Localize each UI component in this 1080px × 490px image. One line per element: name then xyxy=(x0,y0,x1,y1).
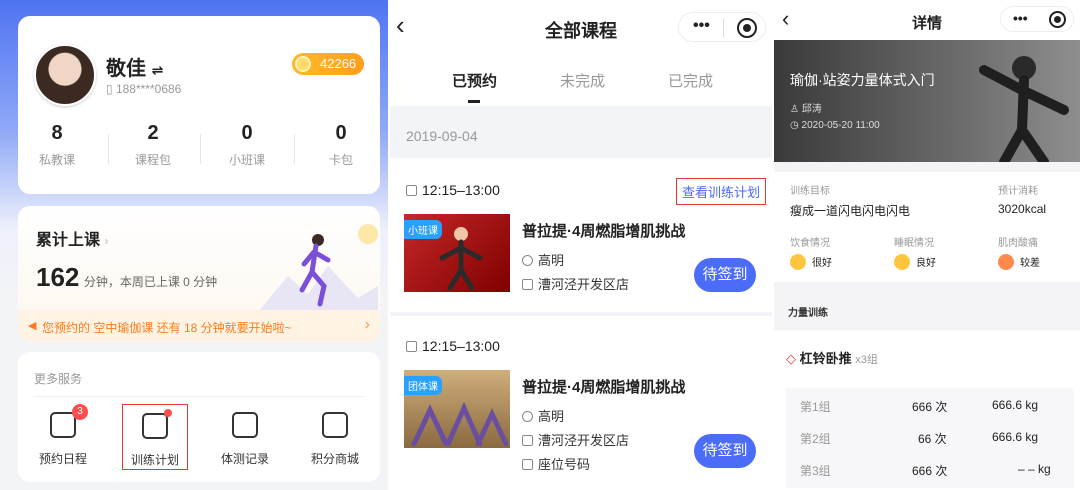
table-row: 第3组 666 次 – – kg xyxy=(800,462,1051,478)
total-minutes: 162 分钟，本周已上课 0 分钟 xyxy=(36,262,218,292)
checkin-button[interactable]: 待签到 xyxy=(694,258,756,292)
table-row: 第1组 666 次 666.6 kg xyxy=(800,398,1039,414)
muscle-value: 较差 xyxy=(1020,258,1040,269)
avatar[interactable] xyxy=(34,44,96,106)
time-label: 12:15–13:00 xyxy=(406,338,500,354)
chevron-right-icon: › xyxy=(364,316,370,333)
runner-illustration xyxy=(258,224,378,312)
stat-card[interactable]: 0 卡包 xyxy=(302,122,380,168)
date-header: 2019-09-04 xyxy=(406,128,478,144)
capsule-menu: ••• xyxy=(678,12,766,42)
exercise-card: ◇ 杠铃卧推 x3组 第1组 666 次 666.6 kg 第2组 66 次 666.6… xyxy=(774,330,1080,490)
course-title: 瑜伽·站姿力量体式入门 xyxy=(790,72,935,88)
sad-face-icon xyxy=(998,254,1014,270)
seat-number: 座位号码 xyxy=(538,457,591,472)
user-name: 敬佳 ⇌ xyxy=(106,58,164,80)
tab-incomplete[interactable]: 未完成 xyxy=(560,70,605,91)
course-title: 普拉提·4周燃脂增肌挑战 xyxy=(522,223,686,240)
time-label: 12:15–13:00 xyxy=(406,182,500,198)
speaker-icon: ◀︎ xyxy=(28,320,37,332)
service-schedule[interactable]: 3 预约日程 xyxy=(28,404,98,467)
divider xyxy=(108,134,109,164)
sleep-value: 良好 xyxy=(916,258,936,269)
more-services-card: 更多服务 3 预约日程 训练计划 体测记录 积分商城 xyxy=(18,352,380,482)
service-body-test[interactable]: 体测记录 xyxy=(210,412,280,467)
goal-value: 瘦成一道闪电闪电闪电 xyxy=(790,204,911,218)
course-card[interactable]: 12:15–13:00 查看训练计划 小班课 普拉提·4周燃脂增肌挑战 高明 漕… xyxy=(390,158,772,312)
course-image: 小班课 xyxy=(404,214,510,292)
course-image: 团体课 xyxy=(404,370,510,448)
detail-header: ‹ 详情 ••• xyxy=(774,0,1080,40)
section-title: 力量训练 xyxy=(788,308,828,319)
coach-name: 高明 xyxy=(538,253,565,268)
stats-row: 8 私教课 2 课程包 0 小班课 0 卡包 xyxy=(18,122,380,182)
more-title: 更多服务 xyxy=(34,372,83,386)
close-mini-icon[interactable] xyxy=(737,18,757,38)
chart-icon xyxy=(232,412,258,438)
profile-screen: 敬佳 ⇌ ▯ 188****0686 42266 8 私教课 2 课程包 0 小班课 … xyxy=(0,0,388,490)
location: 漕河泾开发区店 xyxy=(538,433,630,448)
courses-screen: ‹ 全部课程 ••• 已预约 未完成 已完成 2019-09-04 12:15–… xyxy=(390,0,772,490)
calendar-icon: 3 xyxy=(50,404,88,438)
service-training-plan[interactable]: 训练计划 xyxy=(122,404,188,470)
courses-header: ‹ 全部课程 ••• 已预约 未完成 已完成 xyxy=(390,0,772,106)
checkin-button[interactable]: 待签到 xyxy=(694,434,756,468)
clock-icon xyxy=(406,341,417,352)
course-title: 普拉提·4周燃脂增肌挑战 xyxy=(522,379,686,396)
calorie-value: 3020kcal xyxy=(998,202,1047,216)
capsule-menu: ••• xyxy=(1000,6,1074,32)
coach-row: ♙ 邱涛 xyxy=(790,104,822,115)
person-icon: ♙ xyxy=(790,104,802,115)
seat-icon xyxy=(522,459,533,470)
stat-class[interactable]: 0 小班课 xyxy=(208,122,286,168)
more-icon[interactable]: ••• xyxy=(693,17,710,35)
store-icon xyxy=(322,412,348,438)
switch-icon[interactable]: ⇌ xyxy=(152,62,164,78)
phone-number: ▯ 188****0686 xyxy=(106,82,182,96)
store-icon xyxy=(522,279,533,290)
stat-private[interactable]: 8 私教课 xyxy=(18,122,96,168)
notice-bar[interactable]: ◀︎ 您预约的 空中瑜伽课 还有 18 分钟就要开始啦~ › xyxy=(18,310,380,342)
points-badge[interactable]: 42266 xyxy=(292,53,365,75)
diet-value: 很好 xyxy=(812,258,832,269)
detail-screen: ‹ 详情 ••• 瑜伽·站姿力量体式入门 ♙ 邱涛 ◷ 2020-05-20 1… xyxy=(774,0,1080,490)
person-icon xyxy=(522,255,533,266)
service-points-store[interactable]: 积分商城 xyxy=(300,412,370,467)
diamond-icon: ◇ xyxy=(786,351,800,366)
total-title: 累计上课 › xyxy=(36,232,109,249)
exercise-name: 杠铃卧推 xyxy=(799,351,852,366)
clock-icon xyxy=(406,185,417,196)
checklist-icon xyxy=(142,409,172,439)
chevron-right-icon: › xyxy=(104,234,109,248)
coach-name: 高明 xyxy=(538,409,565,424)
profile-card: 敬佳 ⇌ ▯ 188****0686 42266 8 私教课 2 课程包 0 小班课 … xyxy=(18,16,380,194)
smile-icon xyxy=(790,254,806,270)
store-icon xyxy=(522,435,533,446)
time-row: ◷ 2020-05-20 11:00 xyxy=(790,120,880,131)
person-icon xyxy=(522,411,533,422)
view-plan-link[interactable]: 查看训练计划 xyxy=(676,178,767,205)
hero-banner: 瑜伽·站姿力量体式入门 ♙ 邱涛 ◷ 2020-05-20 11:00 xyxy=(774,40,1080,162)
stat-package[interactable]: 2 课程包 xyxy=(114,122,192,168)
tab-booked[interactable]: 已预约 xyxy=(452,70,497,91)
sets-count: x3组 xyxy=(855,354,878,366)
table-row: 第2组 66 次 666.6 kg xyxy=(800,430,1039,446)
course-card[interactable]: 12:15–13:00 团体课 普拉提·4周燃脂增肌挑战 高明 漕河泾开发区店 … xyxy=(390,316,772,490)
more-icon[interactable]: ••• xyxy=(1013,10,1028,26)
training-info: 训练目标 瘦成一道闪电闪电闪电 预计消耗 3020kcal 饮食情况 很好 睡眠… xyxy=(774,172,1080,282)
badge-count: 3 xyxy=(72,404,88,420)
total-class-card[interactable]: 累计上课 › 162 分钟，本周已上课 0 分钟 ◀︎ 您预约的 空中瑜伽课 还… xyxy=(18,206,380,342)
close-mini-icon[interactable] xyxy=(1049,11,1066,28)
neutral-face-icon xyxy=(894,254,910,270)
clock-icon: ◷ xyxy=(790,120,802,131)
divider xyxy=(294,134,295,164)
tab-completed[interactable]: 已完成 xyxy=(668,70,713,91)
sets-table: 第1组 666 次 666.6 kg 第2组 66 次 666.6 kg 第3组 666 … xyxy=(786,388,1074,488)
location: 漕河泾开发区店 xyxy=(538,277,630,292)
coin-icon xyxy=(295,56,311,72)
divider xyxy=(200,134,201,164)
